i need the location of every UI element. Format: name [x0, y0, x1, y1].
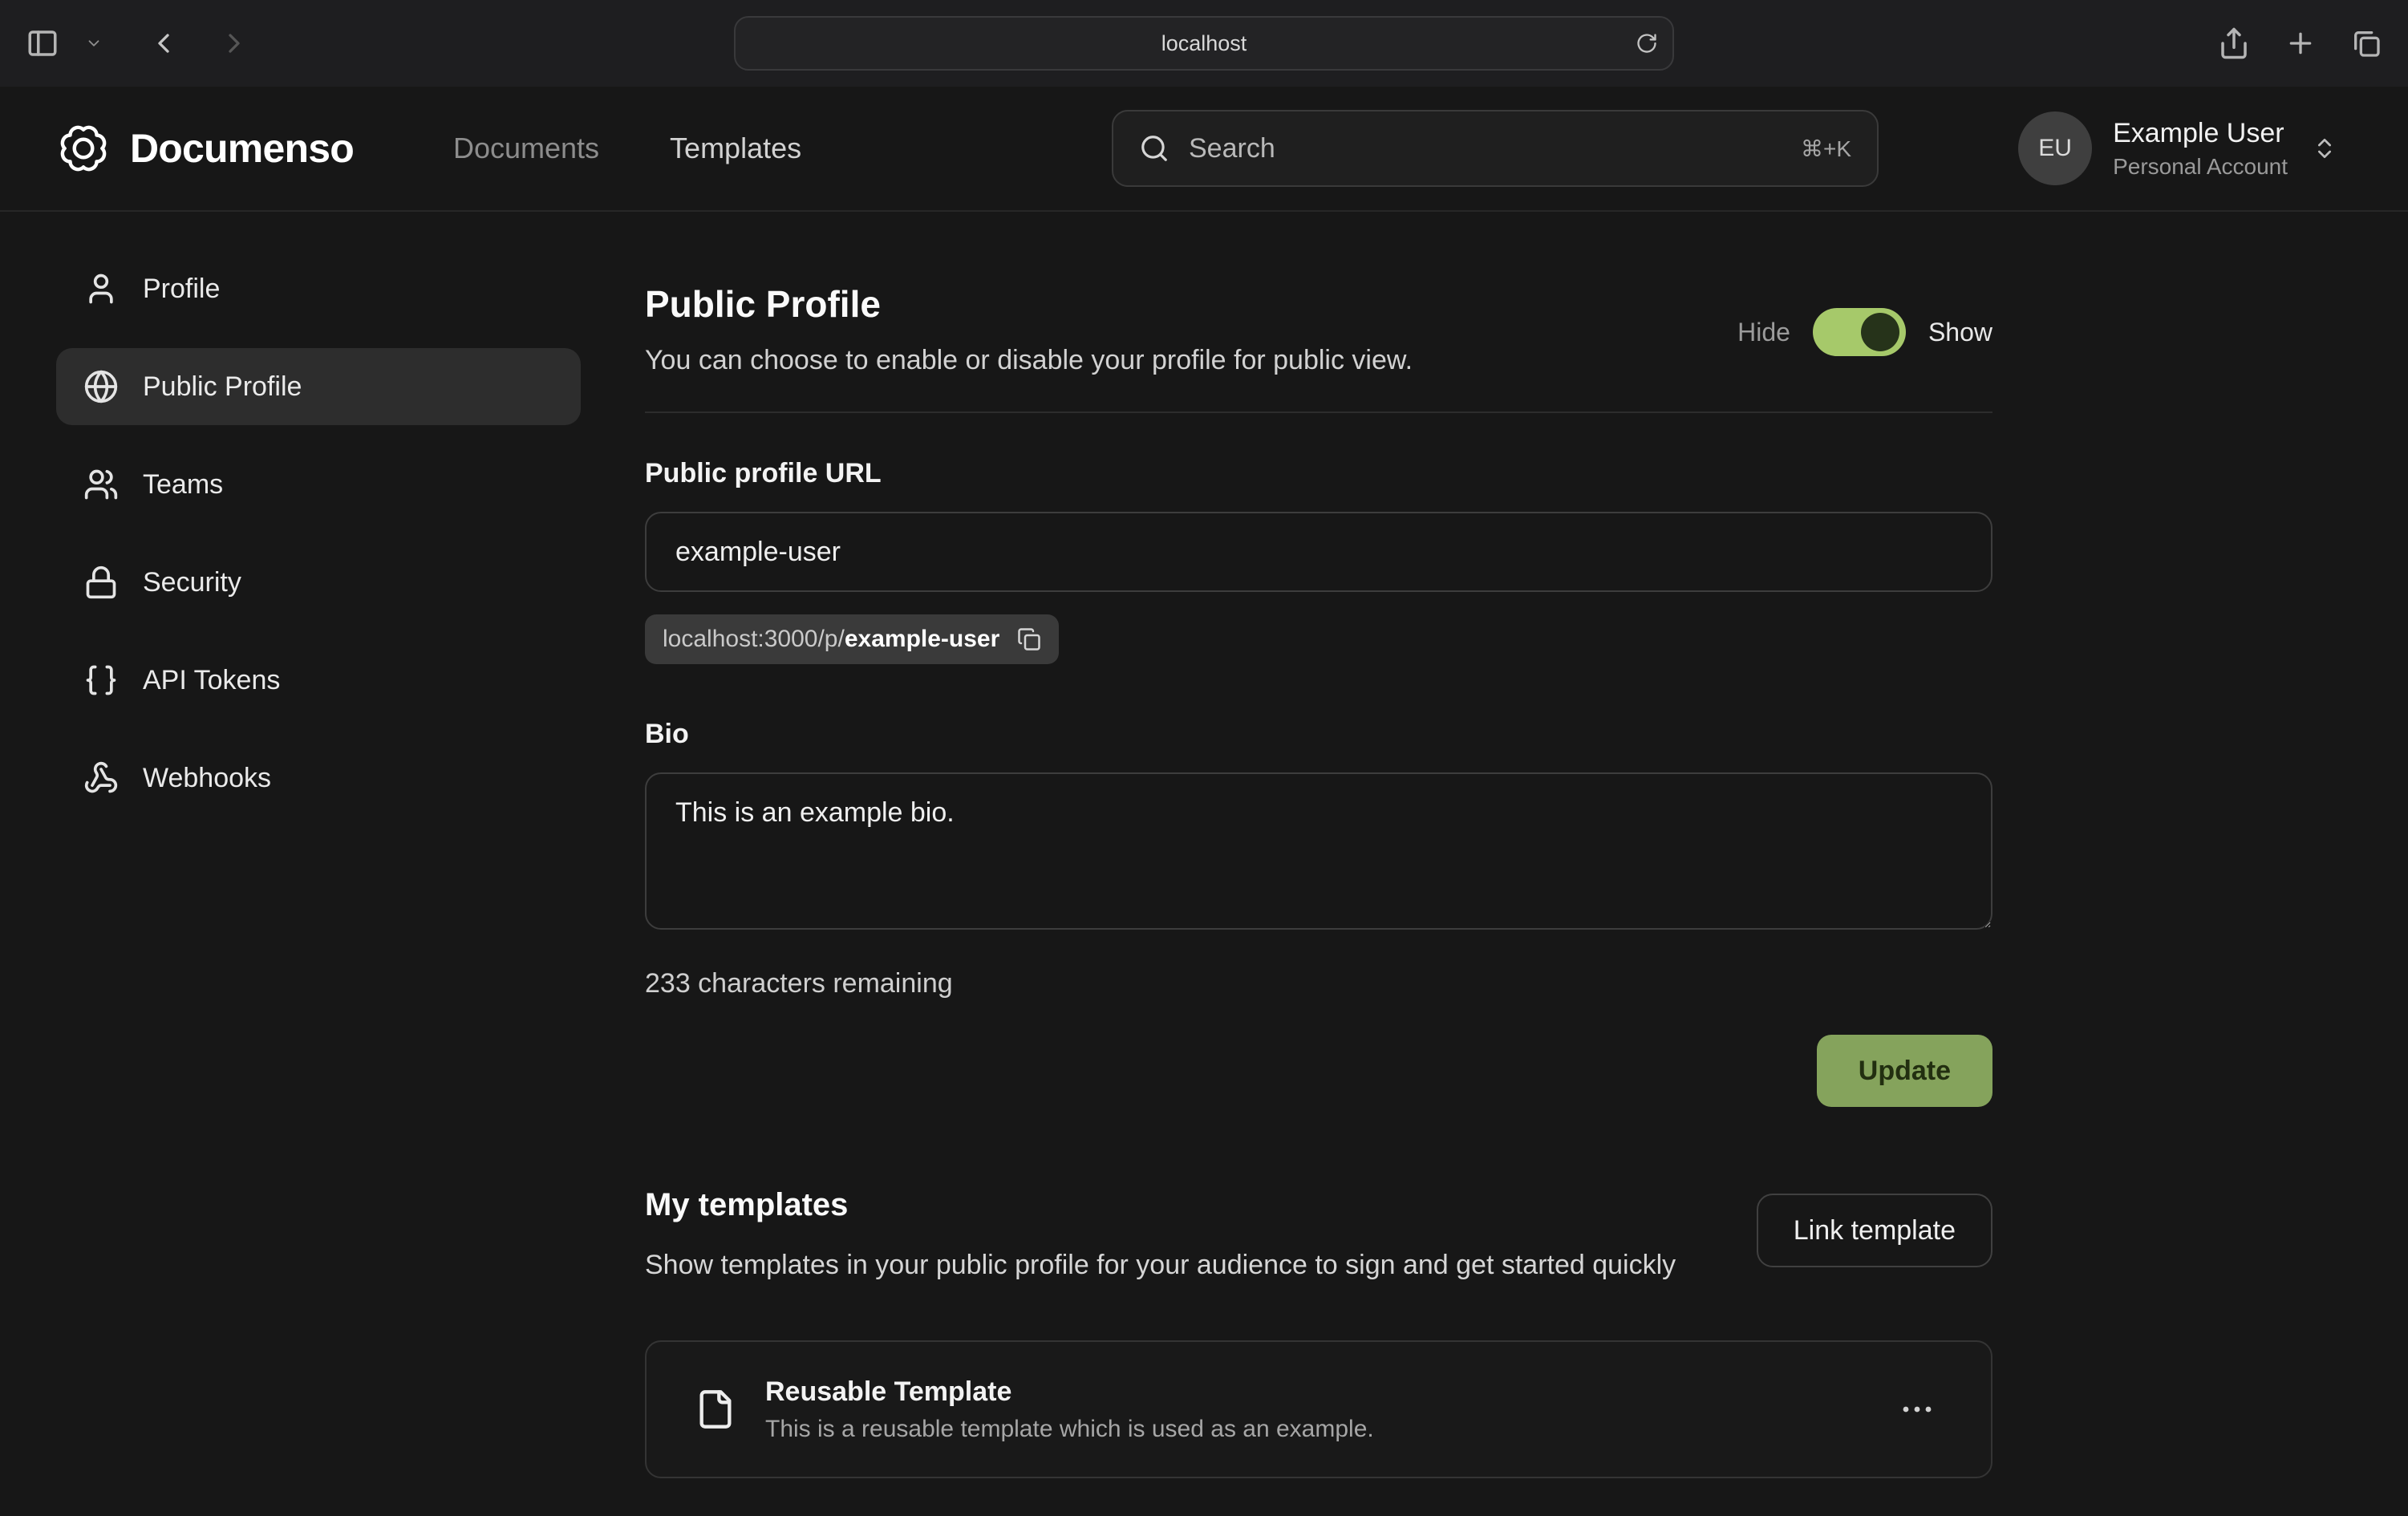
- nav-documents[interactable]: Documents: [453, 132, 599, 165]
- sidebar-item-label: Webhooks: [143, 763, 271, 794]
- chevron-down-icon[interactable]: [82, 31, 106, 55]
- my-templates-description: Show templates in your public profile fo…: [645, 1244, 1676, 1286]
- sidebar-item-label: API Tokens: [143, 665, 280, 696]
- page-title: Public Profile: [645, 282, 1413, 326]
- avatar: EU: [2018, 111, 2092, 185]
- tab-overview-icon[interactable]: [2347, 24, 2386, 63]
- bio-label: Bio: [645, 719, 1992, 750]
- settings-sidebar: Profile Public Profile Teams Security: [56, 250, 581, 1478]
- back-icon[interactable]: [144, 24, 183, 63]
- braces-icon: [83, 663, 119, 698]
- sidebar-item-teams[interactable]: Teams: [56, 446, 581, 523]
- search-box[interactable]: ⌘+K: [1112, 110, 1879, 187]
- visibility-toggle[interactable]: [1813, 308, 1906, 356]
- copy-icon: [1017, 627, 1041, 651]
- show-label: Show: [1928, 318, 1992, 347]
- new-tab-plus-icon[interactable]: [2281, 24, 2320, 63]
- app-header: Documenso Documents Templates ⌘+K EU Exa…: [0, 87, 2408, 212]
- chevrons-up-down-icon: [2312, 136, 2337, 161]
- sidebar-item-profile[interactable]: Profile: [56, 250, 581, 327]
- user-account-type: Personal Account: [2113, 154, 2288, 180]
- forward-icon[interactable]: [215, 24, 253, 63]
- nav-templates[interactable]: Templates: [670, 132, 801, 165]
- browser-window: localhost Documenso Do: [0, 0, 2408, 1516]
- profile-url-input[interactable]: [645, 512, 1992, 592]
- browser-toolbar: localhost: [0, 0, 2408, 87]
- sidebar-item-label: Profile: [143, 274, 220, 305]
- webhook-icon: [83, 760, 119, 796]
- public-profile-panel: Public Profile You can choose to enable …: [645, 250, 1992, 1478]
- update-button[interactable]: Update: [1817, 1035, 1992, 1107]
- sidebar-item-webhooks[interactable]: Webhooks: [56, 740, 581, 817]
- documenso-logo-icon: [56, 121, 111, 176]
- sidebar-item-public-profile[interactable]: Public Profile: [56, 348, 581, 425]
- main-nav: Documents Templates: [453, 132, 801, 165]
- lock-icon: [83, 565, 119, 600]
- bio-textarea[interactable]: This is an example bio.: [645, 772, 1992, 930]
- user-menu[interactable]: EU Example User Personal Account: [2018, 111, 2337, 185]
- reload-icon[interactable]: [1636, 32, 1658, 55]
- user-name: Example User: [2113, 118, 2288, 149]
- section-divider: [645, 411, 1992, 413]
- template-description: This is a reusable template which is use…: [765, 1416, 1374, 1443]
- brand-name: Documenso: [130, 125, 354, 172]
- ellipsis-icon[interactable]: [1891, 1384, 1943, 1435]
- templates-head-text: My templates Show templates in your publ…: [645, 1187, 1676, 1286]
- page-head-text: Public Profile You can choose to enable …: [645, 282, 1413, 376]
- search-icon: [1139, 133, 1170, 164]
- user-icon: [83, 271, 119, 306]
- profile-url-preview-chip[interactable]: localhost:3000/p/example-user: [645, 614, 1059, 664]
- address-bar-url: localhost: [1161, 31, 1247, 56]
- file-icon: [695, 1388, 736, 1430]
- sidebar-item-label: Security: [143, 567, 241, 598]
- sidebar-item-label: Teams: [143, 469, 223, 501]
- template-name: Reusable Template: [765, 1376, 1374, 1408]
- profile-url-label: Public profile URL: [645, 458, 1992, 489]
- characters-remaining: 233 characters remaining: [645, 968, 1992, 999]
- sidebar-item-label: Public Profile: [143, 371, 302, 403]
- template-list-item: Reusable Template This is a reusable tem…: [645, 1340, 1992, 1478]
- settings-page: Profile Public Profile Teams Security: [0, 212, 2408, 1478]
- url-preview-text: localhost:3000/p/example-user: [663, 626, 999, 653]
- profile-visibility-control: Hide Show: [1737, 308, 1992, 356]
- sidebar-item-api-tokens[interactable]: API Tokens: [56, 642, 581, 719]
- my-templates-title: My templates: [645, 1187, 1676, 1223]
- globe-icon: [83, 369, 119, 404]
- template-info: Reusable Template This is a reusable tem…: [765, 1376, 1374, 1443]
- browser-actions: [2214, 23, 2386, 63]
- browser-nav-controls: [22, 23, 253, 63]
- search-input[interactable]: [1189, 133, 1782, 164]
- user-info: Example User Personal Account: [2113, 118, 2288, 180]
- users-icon: [83, 467, 119, 502]
- documenso-brand[interactable]: Documenso: [56, 121, 354, 176]
- hide-label: Hide: [1737, 318, 1790, 347]
- link-template-button[interactable]: Link template: [1757, 1194, 1992, 1267]
- address-bar[interactable]: localhost: [734, 16, 1674, 71]
- sidebar-toggle-icon[interactable]: [22, 23, 63, 63]
- search-shortcut-hint: ⌘+K: [1801, 136, 1851, 162]
- page-subtitle: You can choose to enable or disable your…: [645, 345, 1413, 376]
- sidebar-item-security[interactable]: Security: [56, 544, 581, 621]
- toggle-knob: [1861, 313, 1899, 351]
- share-icon[interactable]: [2214, 23, 2254, 63]
